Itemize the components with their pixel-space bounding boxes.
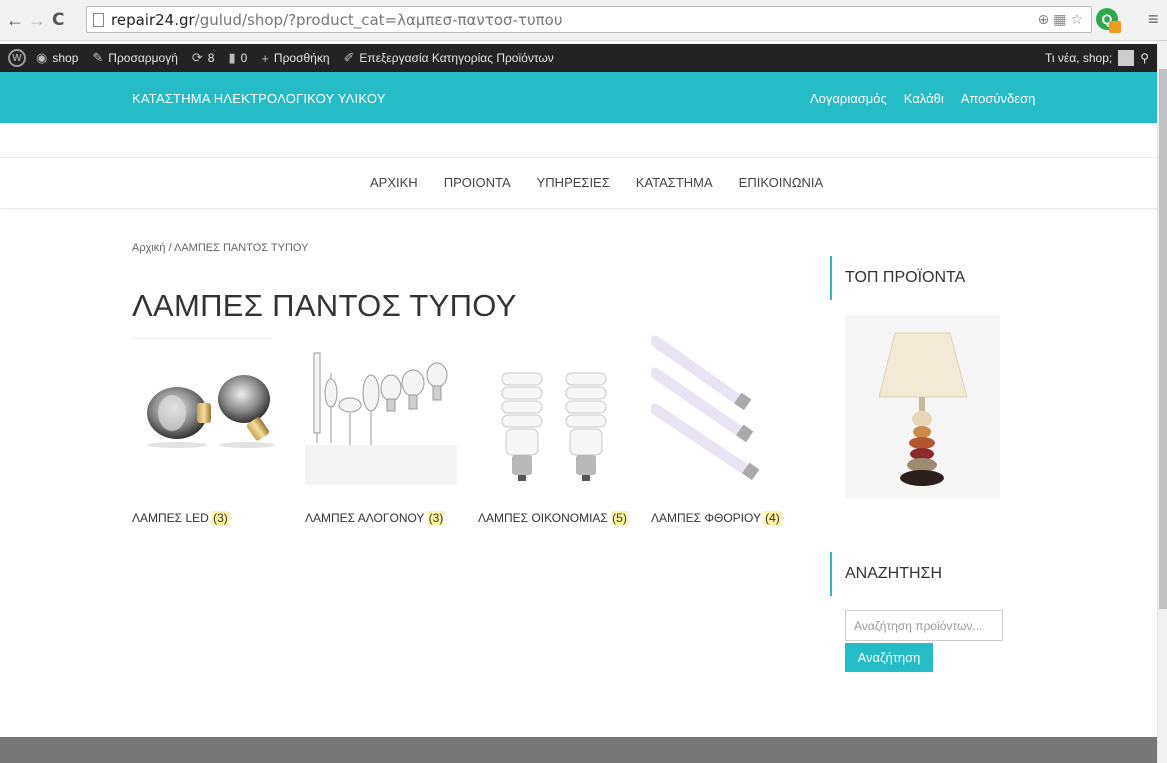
category-count: (4) (764, 511, 781, 525)
cfl-bulbs-image[interactable] (478, 333, 630, 493)
admin-search-icon[interactable]: ⚲ (1140, 51, 1149, 65)
url-path: /gulud/shop/?product_cat=λαμπεσ-παντοσ-τ… (194, 10, 563, 29)
cart-link[interactable]: Καλάθι (904, 91, 944, 106)
forward-icon[interactable]: → (26, 10, 48, 31)
category-label[interactable]: ΛΑΜΠΕΣ ΦΘΟΡΙΟΥ (4) (651, 511, 811, 525)
main-navigation: ΑΡΧΙΚΗ ΠΡΟΙΟΝΤΑ ΥΠΗΡΕΣΙΕΣ ΚΑΤΑΣΤΗΜΑ ΕΠΙΚ… (0, 157, 1157, 209)
nav-item-services[interactable]: ΥΠΗΡΕΣΙΕΣ (537, 175, 610, 190)
category-label[interactable]: ΛΑΜΠΕΣ LED (3) (132, 511, 292, 525)
category-count: (3) (212, 511, 229, 525)
reload-icon[interactable]: C (52, 10, 64, 30)
category-card-led[interactable]: ΛΑΜΠΕΣ LED (3) (132, 333, 292, 525)
address-bar[interactable]: repair24.gr/gulud/shop/?product_cat=λαμπ… (86, 6, 1092, 33)
page-scrollbar[interactable] (1157, 41, 1167, 763)
footer-bar (0, 737, 1157, 763)
back-icon[interactable]: ← (4, 10, 26, 31)
bookmark-star-icon[interactable]: ☆ (1070, 12, 1083, 28)
scrollbar-thumb[interactable] (1159, 69, 1167, 609)
nav-item-home[interactable]: ΑΡΧΙΚΗ (370, 175, 418, 190)
led-bulbs-image[interactable] (132, 333, 284, 493)
pencil-icon: ✐ (343, 50, 355, 65)
wp-admin-bar: W ◉ shop ✎ Προσαρμογή ⟳ 8 ▮ 0 + Προσθήκη… (0, 44, 1157, 72)
category-card-fluorescent[interactable]: ΛΑΜΠΕΣ ΦΘΟΡΙΟΥ (4) (651, 333, 811, 525)
translate-icon[interactable]: ▦ (1053, 12, 1066, 28)
breadcrumb[interactable]: Αρχική / ΛΑΜΠΕΣ ΠΑΝΤΟΣ ΤΥΠΟΥ (132, 242, 308, 254)
url-host: repair24.gr (111, 10, 195, 29)
dashboard-icon: ◉ (36, 50, 48, 65)
admin-comments-link[interactable]: ▮ 0 (228, 50, 247, 66)
admin-updates-link[interactable]: ⟳ 8 (192, 50, 215, 66)
admin-edit-link[interactable]: ✐ Επεξεργασία Κατηγορίας Προϊόντων (344, 50, 554, 66)
admin-greeting[interactable]: Τι νέα, shop; (1045, 51, 1112, 65)
search-widget: ΑΝΑΖΗΤΗΣΗ (830, 552, 942, 596)
widget-title: ΤΟΠ ΠΡΟΪΟΝΤΑ (830, 256, 965, 300)
updates-icon: ⟳ (191, 50, 203, 65)
comment-icon: ▮ (228, 50, 236, 65)
browser-toolbar: ← → C repair24.gr/gulud/shop/?product_ca… (0, 0, 1167, 41)
category-label[interactable]: ΛΑΜΠΕΣ ΟΙΚΟΝΟΜΙΑΣ (5) (478, 511, 638, 525)
zoom-icon[interactable]: ⊕ (1037, 12, 1049, 28)
admin-customize-link[interactable]: ✎ Προσαρμογή (92, 50, 178, 66)
store-name[interactable]: ΚΑΤΑΣΤΗΜΑ ΗΛΕΚΤΡΟΛΟΓΙΚΟΥ ΥΛΙΚΟΥ (132, 91, 386, 106)
wordpress-logo-icon[interactable]: W (8, 49, 26, 67)
widget-title: ΑΝΑΖΗΤΗΣΗ (830, 552, 942, 596)
header-links: Λογαριασμός Καλάθι Αποσύνδεση (810, 91, 1035, 106)
halogen-bulbs-image[interactable] (305, 333, 457, 493)
admin-new-link[interactable]: + Προσθήκη (261, 51, 329, 66)
plus-icon: + (261, 50, 269, 66)
category-count: (5) (611, 511, 628, 525)
top-product-lamp-image[interactable] (845, 315, 1000, 498)
page-icon (93, 12, 104, 27)
account-link[interactable]: Λογαριασμός (810, 91, 887, 106)
fluorescent-tubes-image[interactable] (651, 333, 803, 493)
category-label[interactable]: ΛΑΜΠΕΣ ΑΛΟΓΟΝΟΥ (3) (305, 511, 465, 525)
category-count: (3) (427, 511, 445, 525)
nav-item-store[interactable]: ΚΑΤΑΣΤΗΜΑ (636, 175, 713, 190)
admin-site-link[interactable]: ◉ shop (36, 50, 78, 66)
brush-icon: ✎ (92, 50, 104, 65)
browser-menu-icon[interactable]: ≡ (1148, 9, 1159, 30)
nav-item-contact[interactable]: ΕΠΙΚΟΙΝΩΝΙΑ (739, 175, 823, 190)
category-card-economy[interactable]: ΛΑΜΠΕΣ ΟΙΚΟΝΟΜΙΑΣ (5) (478, 333, 638, 525)
top-products-widget: ΤΟΠ ΠΡΟΪΟΝΤΑ (830, 256, 965, 300)
logout-link[interactable]: Αποσύνδεση (961, 91, 1036, 106)
category-card-halogen[interactable]: ΛΑΜΠΕΣ ΑΛΟΓΟΝΟΥ (3) (305, 333, 465, 525)
page-title: ΛΑΜΠΕΣ ΠΑΝΤΟΣ ΤΥΠΟΥ (132, 288, 517, 323)
product-search-input[interactable]: Αναζήτηση προϊόντων... (845, 610, 1003, 641)
avatar[interactable] (1118, 50, 1135, 66)
search-button[interactable]: Αναζήτηση (845, 643, 933, 672)
site-top-header: ΚΑΤΑΣΤΗΜΑ ΗΛΕΚΤΡΟΛΟΓΙΚΟΥ ΥΛΙΚΟΥ Λογαριασ… (0, 72, 1157, 123)
nav-item-products[interactable]: ΠΡΟΙΟΝΤΑ (444, 175, 511, 190)
extension-badge (1109, 21, 1121, 33)
